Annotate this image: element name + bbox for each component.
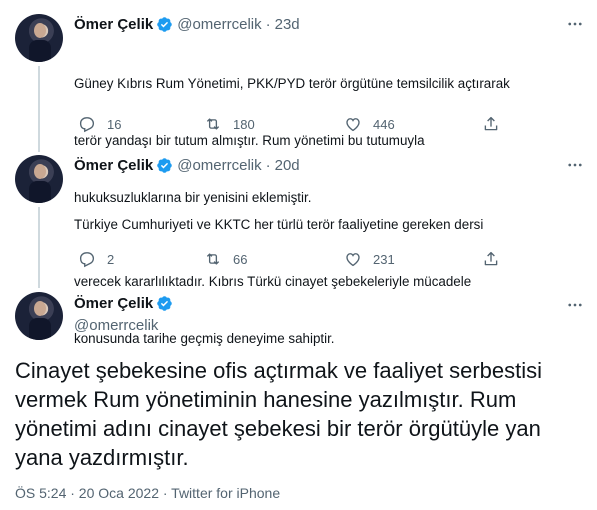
retweet-button[interactable]: 66: [204, 249, 247, 269]
tweet-time[interactable]: 20d: [275, 157, 300, 174]
main-author-name-row: Ömer Çelik: [74, 295, 173, 312]
reply-count: 16: [107, 116, 122, 132]
tweet-text-line: Güney Kıbrıs Rum Yönetimi, PKK/PYD terör…: [74, 76, 510, 91]
heart-icon: [346, 118, 360, 132]
tweet-timestamp[interactable]: ÖS 5:24 · 20 Oca 2022 · Twitter for iPho…: [15, 485, 280, 501]
reply-icon: [79, 252, 95, 268]
share-button[interactable]: [482, 249, 511, 269]
separator: ·: [265, 156, 271, 174]
avatar[interactable]: [15, 292, 63, 340]
tweet-time[interactable]: 23d: [275, 16, 300, 33]
tweet-header: Ömer Çelik @omerrcelik · 23d: [74, 14, 300, 34]
verified-badge-icon: [157, 157, 172, 173]
heart-icon: [346, 253, 360, 267]
like-count: 231: [373, 251, 395, 267]
more-icon[interactable]: [565, 296, 585, 314]
main-tweet-text: Cinayet şebekesine ofis açtırmak ve faal…: [15, 358, 543, 470]
tweet[interactable]: Ömer Çelik @omerrcelik · 23d Güney Kıbrı…: [0, 14, 597, 205]
author-name[interactable]: Ömer Çelik: [74, 295, 153, 312]
reply-icon: [79, 117, 95, 133]
retweet-icon: [206, 253, 220, 265]
like-button[interactable]: 231: [344, 249, 395, 269]
share-button[interactable]: [482, 114, 511, 134]
author-handle[interactable]: @omerrcelik: [177, 157, 261, 174]
verified-badge-icon: [157, 16, 172, 32]
avatar[interactable]: [15, 14, 63, 62]
like-count: 446: [373, 116, 395, 132]
separator: ·: [265, 15, 271, 33]
tweet-text-line: verecek kararlılıktadır. Kıbrıs Türkü ci…: [74, 274, 472, 289]
tweet-header: Ömer Çelik @omerrcelik · 20d: [74, 155, 300, 175]
retweet-icon: [206, 118, 220, 130]
like-button[interactable]: 446: [344, 114, 395, 134]
retweet-button[interactable]: 180: [204, 114, 255, 134]
avatar[interactable]: [15, 155, 63, 203]
author-handle[interactable]: @omerrcelik: [74, 317, 158, 334]
share-icon: [484, 116, 498, 131]
tweet-text-line: Türkiye Cumhuriyeti ve KKTC her türlü te…: [74, 217, 484, 232]
retweet-count: 180: [233, 116, 255, 132]
author-name[interactable]: Ömer Çelik: [74, 16, 153, 33]
more-icon[interactable]: [565, 156, 585, 174]
author-handle[interactable]: @omerrcelik: [177, 16, 261, 33]
more-icon[interactable]: [565, 15, 585, 33]
reply-button[interactable]: 16: [78, 114, 121, 134]
action-bar: 16 180 446: [74, 114, 584, 134]
share-icon: [484, 251, 498, 266]
reply-button[interactable]: 2: [78, 249, 114, 269]
verified-badge-icon: [157, 296, 172, 311]
reply-count: 2: [107, 251, 115, 267]
retweet-count: 66: [233, 251, 248, 267]
tweet[interactable]: Ömer Çelik @omerrcelik · 20d Türkiye Cum…: [0, 155, 597, 346]
author-name[interactable]: Ömer Çelik: [74, 157, 153, 174]
action-bar: 2 66 231: [74, 249, 584, 269]
